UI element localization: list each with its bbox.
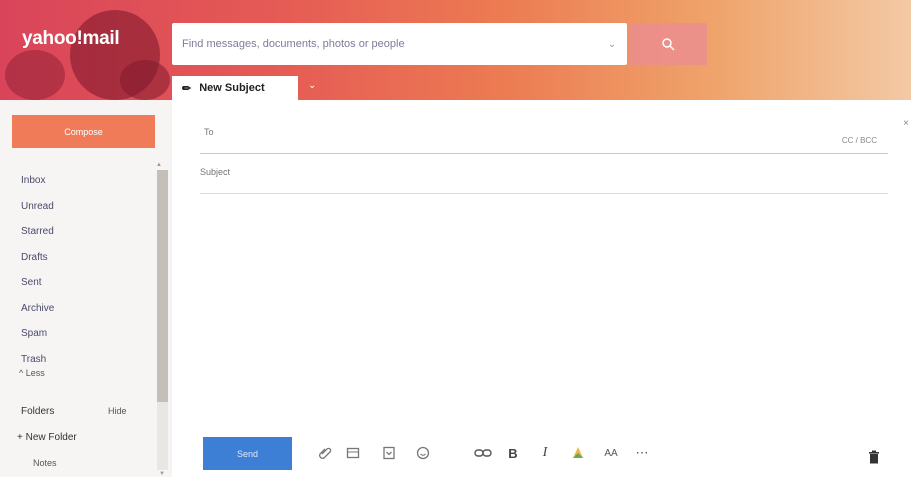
to-field-label[interactable]: To <box>204 127 214 137</box>
sidebar: Compose Inbox Unread Starred Drafts Sent… <box>0 100 170 477</box>
sidebar-item-drafts[interactable]: Drafts <box>21 245 54 271</box>
tab-new-subject[interactable]: ✏ New Subject <box>172 76 298 100</box>
photo-icon[interactable] <box>344 444 362 462</box>
sticker-icon[interactable] <box>380 444 398 462</box>
sidebar-scrollbar-thumb[interactable] <box>157 170 168 402</box>
compose-panel: × To CC / BCC Send B I AA ⋯ <box>172 100 911 477</box>
search-box[interactable]: ⌄ <box>172 23 627 65</box>
chevron-down-icon[interactable]: ⌄ <box>308 80 316 91</box>
search-icon <box>662 38 675 51</box>
hide-folders-link[interactable]: Hide <box>108 406 127 416</box>
bold-icon[interactable]: B <box>506 444 520 462</box>
banner-decoration <box>5 50 65 100</box>
attachment-icon[interactable] <box>316 444 334 462</box>
yahoo-mail-logo[interactable]: yahoo!mail <box>22 28 120 50</box>
emoji-icon[interactable] <box>414 444 432 462</box>
more-icon[interactable]: ⋯ <box>632 444 652 462</box>
banner-decoration <box>120 60 170 100</box>
close-icon[interactable]: × <box>903 118 909 129</box>
less-toggle[interactable]: ^ Less <box>19 368 45 378</box>
tab-title: New Subject <box>199 82 265 94</box>
scroll-up-arrow-icon[interactable]: ▲ <box>156 162 162 168</box>
sidebar-item-notes[interactable]: Notes <box>33 458 57 468</box>
to-field-underline <box>200 153 888 154</box>
sidebar-item-starred[interactable]: Starred <box>21 219 54 245</box>
trash-icon[interactable] <box>866 448 882 466</box>
italic-icon[interactable]: I <box>538 444 552 462</box>
send-button[interactable]: Send <box>203 437 292 470</box>
sidebar-item-inbox[interactable]: Inbox <box>21 168 54 194</box>
subject-field[interactable] <box>200 167 500 177</box>
text-color-icon[interactable] <box>570 444 586 462</box>
scroll-down-arrow-icon[interactable]: ▼ <box>159 471 165 477</box>
subject-field-underline <box>200 193 888 194</box>
sidebar-item-archive[interactable]: Archive <box>21 296 54 322</box>
new-folder-button[interactable]: + New Folder <box>17 432 77 443</box>
search-input[interactable] <box>182 38 597 50</box>
folders-heading: Folders <box>21 406 55 417</box>
sidebar-item-sent[interactable]: Sent <box>21 270 54 296</box>
sidebar-item-unread[interactable]: Unread <box>21 194 54 220</box>
sidebar-item-spam[interactable]: Spam <box>21 321 54 347</box>
folder-list: Inbox Unread Starred Drafts Sent Archive… <box>21 168 54 372</box>
cc-bcc-link[interactable]: CC / BCC <box>842 136 877 145</box>
compose-button[interactable]: Compose <box>12 115 155 148</box>
chevron-down-icon[interactable]: ⌄ <box>597 39 627 50</box>
font-size-icon[interactable]: AA <box>600 444 622 462</box>
search-button[interactable] <box>629 23 707 65</box>
pencil-icon: ✏ <box>182 82 192 95</box>
link-icon[interactable] <box>472 444 494 462</box>
